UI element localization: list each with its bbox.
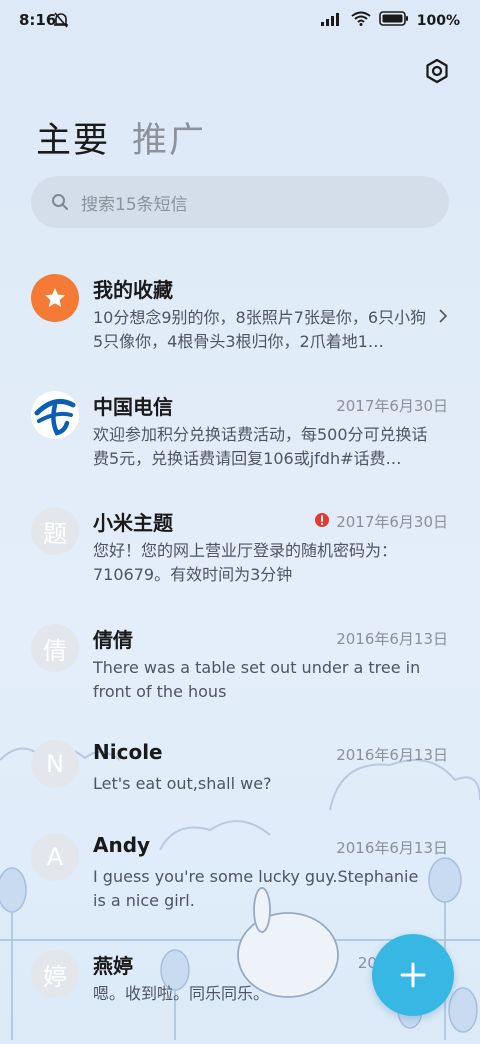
- conversation-preview: 10分想念9别的你，8张照片7张是你，6只小狗5只像你，4根骨头3根归你，2爪着…: [93, 308, 427, 351]
- gear-icon: [426, 58, 448, 84]
- contact-avatar: 婷: [31, 950, 79, 998]
- conversation-preview: 您好！您的网上营业厅登录的随机密码为：710679。有效时间为3分钟: [93, 541, 398, 584]
- tab-bar: 主要 推广: [36, 112, 206, 163]
- conversation-name: 燕婷: [93, 954, 133, 978]
- conversation-date: 2017年6月30日: [336, 397, 448, 415]
- settings-button[interactable]: [421, 55, 453, 87]
- china-telecom-logo: [31, 391, 79, 439]
- conversation-preview: There was a table set out under a tree i…: [93, 658, 421, 701]
- conversation-name: Andy: [93, 833, 151, 857]
- contact-avatar: N: [31, 740, 79, 788]
- status-time: 8:16: [19, 11, 57, 29]
- conversation-name: 中国电信: [93, 395, 173, 419]
- contact-avatar: A: [31, 833, 79, 881]
- status-bar: 8:16 100%: [0, 0, 480, 42]
- battery-icon: [378, 11, 409, 30]
- contact-avatar: 题: [31, 507, 79, 555]
- plus-icon: [400, 962, 426, 988]
- chevron-right-icon: [438, 308, 448, 328]
- tab-main[interactable]: 主要: [36, 112, 110, 163]
- conversation-item[interactable]: 倩 倩倩 2016年6月13日 There was a table set ou…: [0, 608, 480, 718]
- conversation-preview: I guess you're some lucky guy.Stephanie …: [93, 867, 419, 910]
- conversation-name: Nicole: [93, 740, 163, 764]
- conversation-item[interactable]: A Andy 2016年6月13日 I guess you're some lu…: [0, 817, 480, 927]
- signal-icon: [320, 12, 343, 30]
- contact-avatar: 倩: [31, 624, 79, 672]
- conversation-name: 我的收藏: [93, 278, 173, 302]
- search-icon: [51, 193, 69, 211]
- search-input[interactable]: 搜索15条短信: [31, 176, 449, 228]
- error-icon: [314, 512, 330, 532]
- conversation-item[interactable]: 我的收藏 10分想念9别的你，8张照片7张是你，6只小狗5只像你，4根骨头3根归…: [0, 258, 480, 368]
- conversation-name: 小米主题: [93, 511, 173, 535]
- conversation-name: 倩倩: [93, 628, 133, 652]
- new-message-button[interactable]: [372, 934, 454, 1016]
- conversation-date: 2016年6月13日: [336, 630, 448, 648]
- muted-bell-icon: [52, 11, 70, 33]
- conversation-preview: 欢迎参加积分兑换话费活动，每500分可兑换话费5元，兑换话费请回复106或jfd…: [93, 425, 428, 468]
- conversation-date: 2016年6月13日: [336, 839, 448, 857]
- conversation-item[interactable]: 中国电信 2017年6月30日 欢迎参加积分兑换话费活动，每500分可兑换话费5…: [0, 375, 480, 485]
- conversation-date: 2017年6月30日: [336, 513, 448, 531]
- star-icon: [45, 288, 65, 307]
- search-placeholder: 搜索15条短信: [81, 194, 188, 215]
- tab-promotions[interactable]: 推广: [132, 112, 206, 163]
- conversation-item[interactable]: 题 小米主题 2017年6月30日 您好！您的网上营业厅登录的随机密码为：710…: [0, 491, 480, 601]
- conversation-preview: Let's eat out,shall we?: [93, 774, 272, 793]
- favorites-avatar: [31, 274, 79, 322]
- conversation-date: 2016年6月13日: [336, 746, 448, 764]
- status-indicators: 100%: [320, 11, 460, 30]
- battery-percentage: 100%: [416, 12, 460, 29]
- wifi-icon: [351, 11, 371, 30]
